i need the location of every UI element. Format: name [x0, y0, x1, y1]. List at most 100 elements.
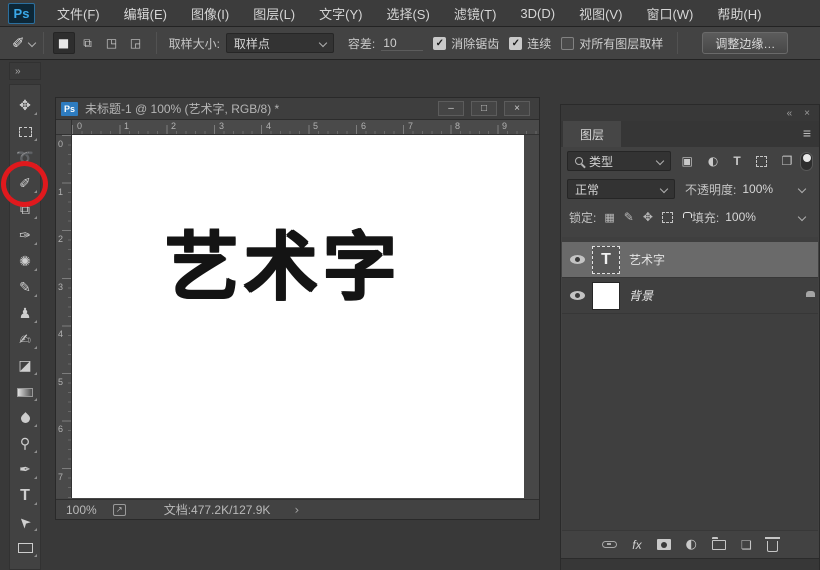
toolbox: ✥ ➰ ✐ ⧉ ✑ ✺ ✎ ♟ ✍ ◪ ⚲ ✒ T ➤: [9, 84, 41, 570]
shape-layer-filter-icon[interactable]: [755, 155, 767, 167]
link-layers-icon[interactable]: [602, 541, 618, 548]
brush-tool[interactable]: ✎: [10, 275, 40, 301]
magic-wand-tool[interactable]: ✐: [10, 171, 40, 197]
move-tool[interactable]: ✥: [10, 93, 40, 119]
minimize-button[interactable]: –: [438, 101, 464, 116]
dodge-tool[interactable]: ⚲: [10, 431, 40, 457]
ruler-corner: [56, 120, 72, 135]
layer-row-background[interactable]: 背景: [562, 278, 818, 314]
menu-image[interactable]: 图像(I): [179, 0, 241, 26]
rectangle-tool[interactable]: [10, 535, 40, 561]
intersect-selection-button[interactable]: ◲: [125, 32, 147, 54]
menu-help[interactable]: 帮助(H): [705, 0, 773, 26]
rectangular-marquee-tool[interactable]: [10, 119, 40, 145]
close-panel-icon[interactable]: ×: [804, 108, 810, 119]
pen-tool[interactable]: ✒: [10, 457, 40, 483]
add-to-selection-button[interactable]: ⧉: [77, 32, 99, 54]
anti-alias-checkbox[interactable]: ✓: [433, 36, 447, 50]
lock-label: 锁定:: [569, 210, 597, 225]
blend-mode-row: 正常 不透明度: 100%: [561, 175, 819, 203]
clone-stamp-tool[interactable]: ♟: [10, 301, 40, 327]
lock-position-icon[interactable]: ✥: [643, 210, 653, 224]
add-layer-mask-icon[interactable]: [656, 539, 671, 550]
blend-mode-select[interactable]: 正常: [567, 179, 675, 199]
lock-option-icons: ▦ ✎ ✥: [604, 210, 682, 224]
photoshop-logo: Ps: [8, 2, 35, 24]
pixel-layer-filter-icon[interactable]: ▣: [681, 154, 692, 168]
menu-layer[interactable]: 图层(L): [241, 0, 307, 26]
chevron-down-icon[interactable]: [797, 212, 807, 222]
active-tool-preview[interactable]: ✐: [12, 34, 36, 52]
status-chevron-icon[interactable]: ›: [294, 503, 299, 517]
spot-healing-brush-tool[interactable]: ✺: [10, 249, 40, 275]
type-tool[interactable]: T: [10, 483, 40, 509]
background-layer-thumbnail[interactable]: [592, 281, 620, 310]
menu-3d[interactable]: 3D(D): [508, 0, 567, 26]
visibility-toggle[interactable]: [562, 255, 592, 264]
smart-object-filter-icon[interactable]: ❐: [782, 154, 793, 168]
eyedropper-tool[interactable]: ✑: [10, 223, 40, 249]
contiguous-checkbox[interactable]: ✓: [509, 36, 523, 50]
type-layer-filter-icon[interactable]: T: [733, 154, 740, 168]
visibility-toggle[interactable]: [562, 291, 592, 300]
menu-select[interactable]: 选择(S): [374, 0, 441, 26]
chevron-down-icon: [659, 184, 669, 194]
separator: [155, 32, 157, 54]
share-icon[interactable]: ↗: [112, 503, 126, 516]
chevron-down-icon[interactable]: [797, 184, 807, 194]
filtering-toggle-switch[interactable]: [800, 151, 813, 171]
filter-type-select[interactable]: 类型: [567, 151, 672, 171]
lock-pixels-brush-icon[interactable]: ✎: [624, 210, 634, 224]
sample-all-layers-label: 对所有图层取样: [579, 36, 664, 51]
tab-layers[interactable]: 图层: [563, 121, 621, 147]
hand-tool[interactable]: [10, 561, 40, 569]
layer-row-art-text[interactable]: T 艺术字: [562, 242, 818, 278]
fill-value[interactable]: 100%: [725, 210, 756, 224]
new-selection-button[interactable]: ■: [52, 32, 75, 54]
ruler-tick: 3: [58, 282, 64, 292]
opacity-value[interactable]: 100%: [742, 182, 773, 196]
adjustment-layer-filter-icon[interactable]: ◐: [708, 154, 718, 168]
sample-all-layers-checkbox[interactable]: [561, 36, 575, 50]
gradient-tool[interactable]: [10, 379, 40, 405]
lasso-tool[interactable]: ➰: [10, 145, 40, 171]
sample-size-value: 取样点: [233, 36, 270, 51]
menu-edit[interactable]: 编辑(E): [112, 0, 179, 26]
history-brush-tool[interactable]: ✍: [10, 327, 40, 353]
layer-name[interactable]: 艺术字: [629, 251, 665, 268]
blur-tool[interactable]: [10, 405, 40, 431]
delete-layer-icon[interactable]: [764, 537, 780, 552]
new-adjustment-layer-icon[interactable]: ◐: [686, 537, 697, 552]
zoom-level-field[interactable]: 100%: [66, 503, 97, 517]
collapse-panel-icon[interactable]: «: [787, 108, 793, 119]
document-title-bar[interactable]: Ps 未标题-1 @ 100% (艺术字, RGB/8) * – □ ×: [56, 98, 539, 120]
maximize-button[interactable]: □: [471, 101, 497, 116]
eraser-tool[interactable]: ◪: [10, 353, 40, 379]
eye-icon: [569, 291, 585, 300]
subtract-from-selection-button[interactable]: ◳: [101, 32, 123, 54]
text-layer-thumbnail[interactable]: T: [592, 245, 620, 274]
tolerance-input[interactable]: [381, 35, 424, 51]
panel-menu-icon[interactable]: ≡: [803, 125, 811, 141]
menu-view[interactable]: 视图(V): [567, 0, 634, 26]
layer-style-fx-icon[interactable]: fx: [632, 538, 641, 552]
sample-size-select[interactable]: 取样点: [225, 33, 334, 53]
toolbar-collapse-header[interactable]: »: [9, 62, 41, 80]
layer-name[interactable]: 背景: [629, 287, 653, 304]
contiguous-label: 连续: [527, 36, 552, 51]
new-group-icon[interactable]: [711, 537, 726, 550]
path-selection-tool[interactable]: ➤: [10, 509, 40, 535]
crop-tool[interactable]: ⧉: [10, 197, 40, 223]
menu-file[interactable]: 文件(F): [45, 0, 112, 26]
menu-window[interactable]: 窗口(W): [634, 0, 705, 26]
new-layer-icon[interactable]: ❏: [741, 538, 752, 552]
lock-transparency-icon[interactable]: ▦: [604, 211, 614, 224]
canvas[interactable]: 艺术字: [72, 135, 524, 498]
menu-type[interactable]: 文字(Y): [307, 0, 374, 26]
ruler-tick: 2: [171, 121, 177, 131]
refine-edge-button[interactable]: 调整边缘…: [702, 32, 789, 54]
menu-filter[interactable]: 滤镜(T): [442, 0, 509, 26]
close-button[interactable]: ×: [504, 101, 530, 116]
lock-artboard-icon[interactable]: [661, 211, 673, 223]
magic-wand-icon: ✐: [12, 34, 25, 52]
